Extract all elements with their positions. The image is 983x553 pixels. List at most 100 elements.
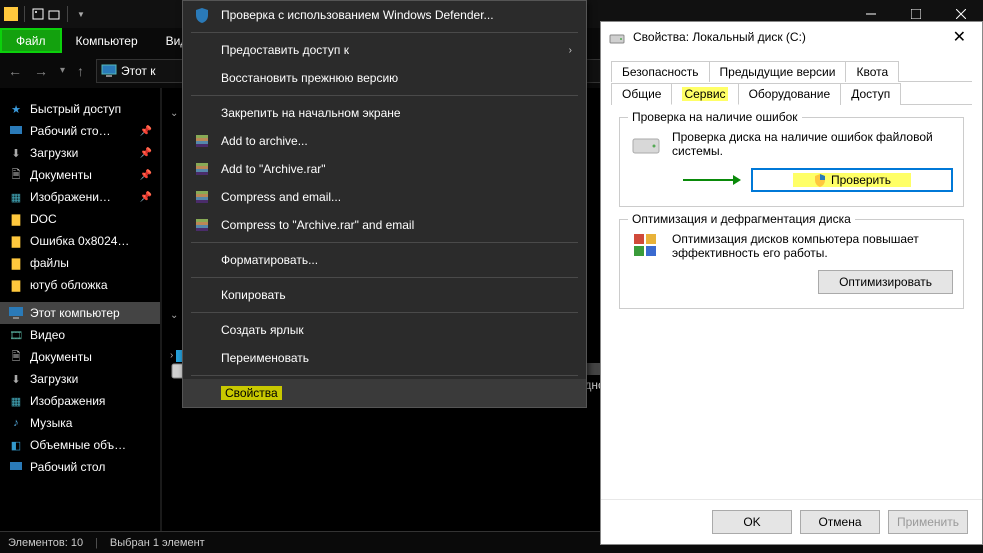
ctx-share[interactable]: Предоставить доступ к› — [183, 36, 586, 64]
ctx-label: Свойства — [221, 386, 282, 400]
sidebar-item-documents[interactable]: 🗎Документы📌 — [0, 164, 160, 186]
pin-icon: 📌 — [140, 126, 152, 137]
sidebar-item-label: Музыка — [30, 416, 72, 430]
cancel-button[interactable]: Отмена — [800, 510, 880, 534]
ribbon-tab-computer[interactable]: Компьютер — [62, 28, 152, 53]
breadcrumb[interactable]: Этот к — [121, 64, 155, 78]
ctx-compress-rar-email[interactable]: Compress to "Archive.rar" and email — [183, 211, 586, 239]
ctx-label: Проверка с использованием Windows Defend… — [221, 8, 572, 22]
ctx-properties[interactable]: Свойства — [183, 379, 586, 407]
sidebar-item-error[interactable]: ▇ Ошибка 0x8024… — [0, 230, 160, 252]
sidebar-item-label: Ошибка 0x8024… — [30, 234, 129, 248]
folder-icon: ▇ — [8, 277, 24, 293]
ribbon-tab-file[interactable]: Файл — [0, 28, 62, 53]
qat-properties-icon[interactable] — [31, 7, 45, 21]
sidebar-item-documents-pc[interactable]: 🗎Документы — [0, 346, 160, 368]
check-description: Проверка диска на наличие ошибок файлово… — [672, 130, 953, 158]
ctx-compress-email[interactable]: Compress and email... — [183, 183, 586, 211]
status-selection: Выбран 1 элемент — [110, 537, 205, 549]
tab-general[interactable]: Общие — [611, 83, 672, 105]
ctx-shortcut[interactable]: Создать ярлык — [183, 316, 586, 344]
tab-tools[interactable]: Сервис — [671, 83, 738, 105]
sidebar-item-pictures[interactable]: ▦Изображени…📌 — [0, 186, 160, 208]
pc-icon — [8, 305, 24, 321]
video-icon: 🎞 — [8, 327, 24, 343]
winrar-icon — [193, 216, 211, 234]
sidebar-item-youtube[interactable]: ▇ютуб обложка — [0, 274, 160, 296]
ctx-label: Compress and email... — [221, 190, 572, 204]
sidebar-item-3d[interactable]: ◧Объемные объ… — [0, 434, 160, 456]
chevron-down-icon[interactable]: ⌄ — [170, 310, 178, 321]
winrar-icon — [193, 188, 211, 206]
error-checking-group: Проверка на наличие ошибок Проверка диск… — [619, 117, 964, 207]
apply-button[interactable]: Применить — [888, 510, 968, 534]
sidebar-item-music[interactable]: ♪ Музыка — [0, 412, 160, 434]
optimize-button[interactable]: Оптимизировать — [818, 270, 953, 294]
tab-hardware[interactable]: Оборудование — [738, 83, 842, 105]
desktop-icon — [8, 123, 24, 139]
documents-icon: 🗎 — [8, 349, 24, 365]
properties-dialog: Свойства: Локальный диск (C:) ✕ Безопасн… — [600, 21, 983, 545]
qat-new-folder-icon[interactable] — [47, 7, 61, 21]
nav-back-button[interactable]: ← — [8, 63, 22, 79]
sidebar-item-label: Загрузки — [30, 146, 78, 160]
ctx-pin-start[interactable]: Закрепить на начальном экране — [183, 99, 586, 127]
sidebar-item-label: DOC — [30, 212, 57, 226]
drive-check-icon — [630, 130, 662, 158]
sidebar-item-label: Рабочий стол — [30, 460, 105, 474]
ctx-defender[interactable]: Проверка с использованием Windows Defend… — [183, 1, 586, 29]
sidebar-item-label: Изображения — [30, 394, 105, 408]
folder-icon: ▇ — [8, 211, 24, 227]
desktop-icon — [8, 459, 24, 475]
sidebar-item-files[interactable]: ▇файлы — [0, 252, 160, 274]
tab-quota[interactable]: Квота — [845, 61, 899, 82]
sidebar-item-video[interactable]: 🎞 Видео — [0, 324, 160, 346]
sidebar-item-desktop-pc[interactable]: Рабочий стол — [0, 456, 160, 478]
ok-button[interactable]: OK — [712, 510, 792, 534]
chevron-down-icon[interactable]: ⌄ — [170, 108, 178, 119]
context-menu: Проверка с использованием Windows Defend… — [182, 0, 587, 408]
tab-security[interactable]: Безопасность — [611, 61, 710, 82]
check-button[interactable]: Проверить — [751, 168, 953, 192]
ctx-label: Предоставить доступ к — [221, 43, 559, 57]
tab-sharing[interactable]: Доступ — [840, 83, 901, 105]
sidebar-item-pictures-pc[interactable]: ▦ Изображения — [0, 390, 160, 412]
group-legend: Оптимизация и дефрагментация диска — [628, 212, 855, 226]
sidebar-item-label: Изображени… — [30, 190, 111, 204]
sidebar-quick-access[interactable]: ★ Быстрый доступ — [0, 98, 160, 120]
tabs-row-2: Общие Сервис Оборудование Доступ — [611, 82, 972, 105]
close-button[interactable]: ✕ — [945, 25, 974, 49]
tab-previous-versions[interactable]: Предыдущие версии — [709, 61, 847, 82]
ctx-restore[interactable]: Восстановить прежнюю версию — [183, 64, 586, 92]
ctx-format[interactable]: Форматировать... — [183, 246, 586, 274]
ctx-add-archive[interactable]: Add to archive... — [183, 127, 586, 155]
sidebar-item-label: Документы — [30, 168, 92, 182]
app-icon — [4, 7, 18, 21]
sidebar-item-desktop[interactable]: Рабочий сто…📌 — [0, 120, 160, 142]
ctx-add-rar[interactable]: Add to "Archive.rar" — [183, 155, 586, 183]
pictures-icon: ▦ — [8, 393, 24, 409]
shield-icon — [813, 173, 827, 187]
shield-icon — [193, 6, 211, 24]
sidebar-item-label: Видео — [30, 328, 65, 342]
qat-dropdown-icon[interactable]: ▼ — [74, 7, 88, 21]
ctx-label: Add to archive... — [221, 134, 572, 148]
ctx-copy[interactable]: Копировать — [183, 281, 586, 309]
sidebar-this-pc[interactable]: Этот компьютер — [0, 302, 160, 324]
group-legend: Проверка на наличие ошибок — [628, 110, 802, 124]
sidebar-item-downloads-pc[interactable]: ⬇Загрузки — [0, 368, 160, 390]
annotation-arrow — [681, 172, 741, 188]
sidebar-item-doc[interactable]: ▇ DOC — [0, 208, 160, 230]
sidebar-item-label: файлы — [30, 256, 69, 270]
pc-icon — [101, 63, 117, 79]
music-icon: ♪ — [8, 415, 24, 431]
ctx-rename[interactable]: Переименовать — [183, 344, 586, 372]
optimize-description: Оптимизация дисков компьютера повышает э… — [672, 232, 953, 260]
folder-icon: ▇ — [8, 233, 24, 249]
sidebar-item-downloads[interactable]: ⬇Загрузки📌 — [0, 142, 160, 164]
dialog-footer: OK Отмена Применить — [601, 499, 982, 544]
nav-history-dropdown[interactable]: ▾ — [60, 65, 65, 76]
nav-up-button[interactable]: ↑ — [77, 63, 84, 79]
optimize-icon — [630, 232, 662, 260]
nav-forward-button[interactable]: → — [34, 63, 48, 79]
